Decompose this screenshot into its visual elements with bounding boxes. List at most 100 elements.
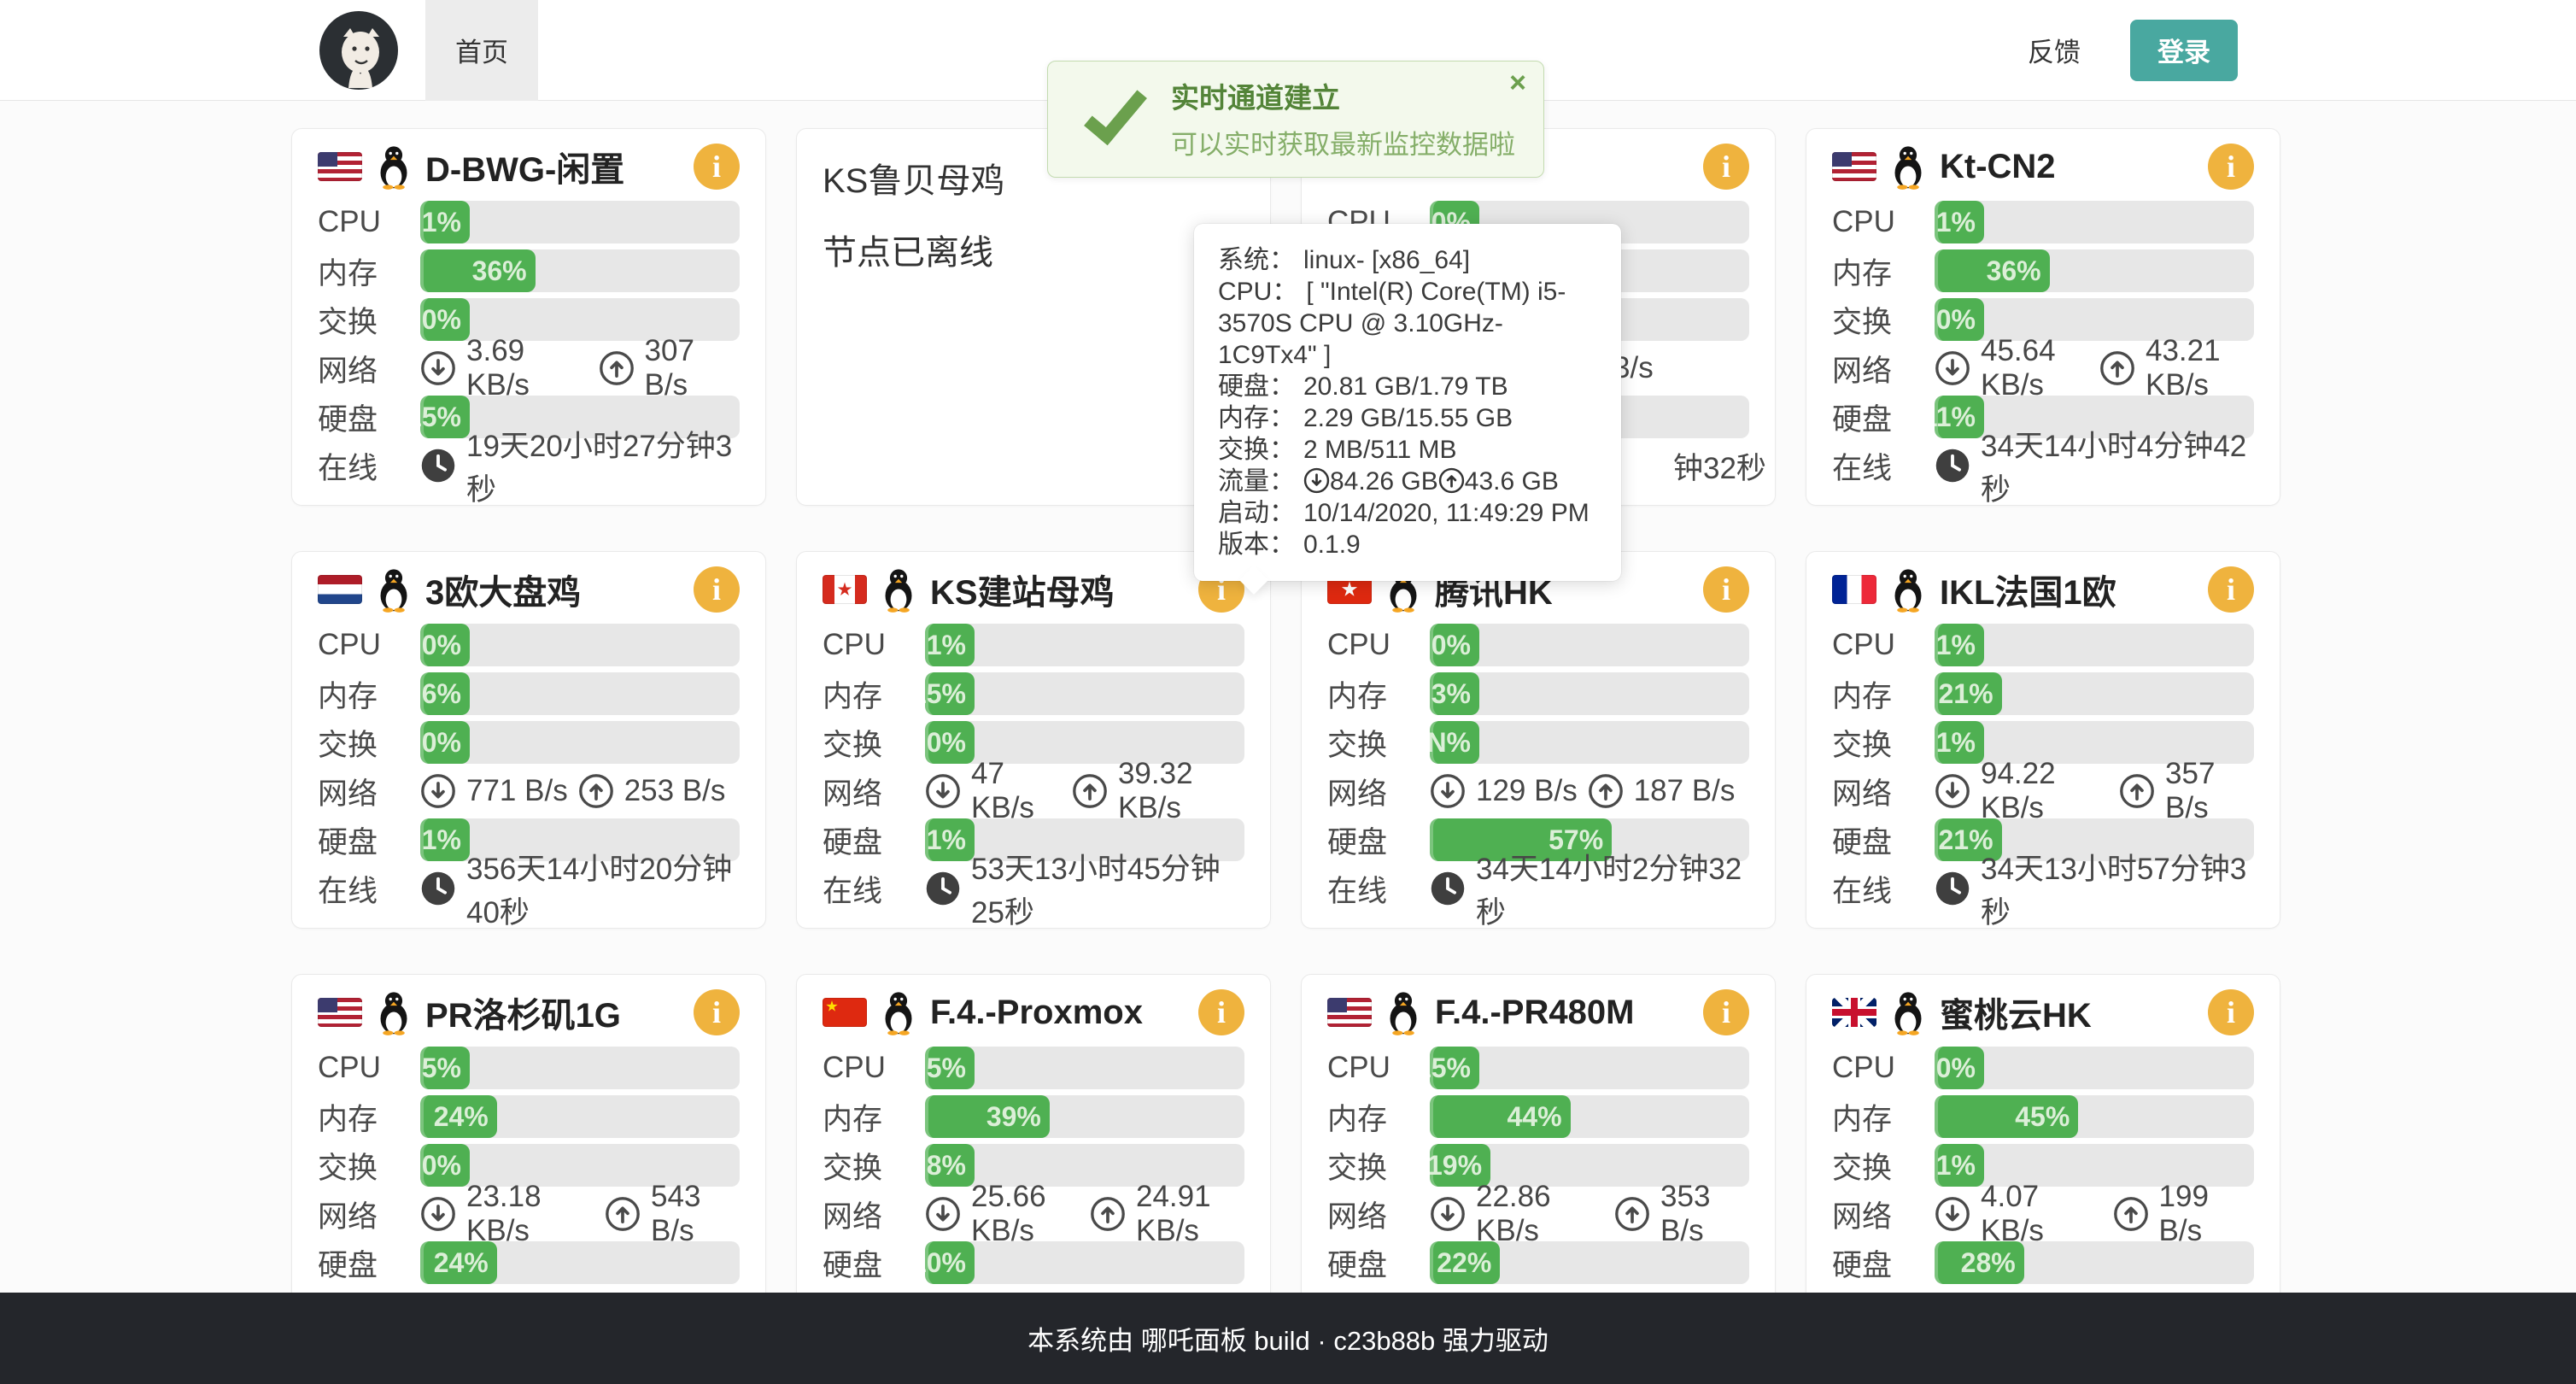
tooltip-row-system: 系统：linux- [x86_64] [1218,244,1597,276]
memory-row: 内存 36% [318,249,740,292]
swap-fill: N% [1430,721,1479,764]
network-down-value: 771 B/s [466,774,568,808]
swap-label: 交换 [318,721,420,765]
network-row: 网络 4.07 KB/s 199 B/s [1832,1193,2254,1235]
country-flag-icon [1832,152,1876,181]
download-arrow-icon [420,773,456,809]
memory-label: 内存 [318,1095,420,1139]
info-icon[interactable]: i [694,144,740,190]
network-down-value: 23.18 KB/s [466,1180,594,1248]
cpu-bar: 5% [420,1047,740,1089]
cpu-bar: 0% [1430,624,1749,666]
network-label: 网络 [318,770,420,813]
swap-label: 交换 [1327,1144,1430,1188]
clock-icon [420,448,456,484]
memory-label: 内存 [1327,1095,1430,1139]
card-title: KS建站母鸡 [930,565,1115,614]
network-up-value: 543 B/s [651,1180,740,1248]
offline-message: 节点已离线 [823,225,1244,274]
linux-os-icon [1888,144,1928,190]
cpu-fill: 1% [925,624,975,666]
memory-label: 内存 [318,672,420,716]
site-logo-avatar[interactable] [318,9,400,91]
info-icon[interactable]: i [1703,989,1749,1035]
footer-bar: 本系统由 哪吒面板 build · c23b88b 强力驱动 [0,1293,2576,1384]
cpu-bar: 1% [1935,201,2254,243]
network-label: 网络 [1832,347,1935,390]
country-flag-icon [318,575,362,604]
tooltip-row-boot: 启动：10/14/2020, 11:49:29 PM [1218,497,1597,529]
country-flag-icon [1832,575,1876,604]
cpu-row: CPU 1% [823,624,1244,666]
online-label: 在线 [823,867,925,911]
tooltip-row-version: 版本：0.1.9 [1218,529,1597,560]
online-wrap: 19天20小时27分钟3秒 [420,422,740,509]
clock-icon [1430,871,1466,906]
tab-home[interactable]: 首页 [425,0,538,101]
cpu-row: CPU 1% [1832,201,2254,243]
memory-row: 内存 24% [318,1095,740,1138]
server-card: 腾讯HK i CPU 0% 内存 3% 交换 N% 网络 [1301,551,1776,929]
info-icon[interactable]: i [1703,566,1749,613]
feedback-link[interactable]: 反馈 [2028,31,2081,69]
cpu-fill: 1% [1935,201,1984,243]
country-flag-icon [823,998,867,1027]
memory-fill: 3% [1430,672,1479,715]
swap-label: 交换 [318,298,420,342]
network-up-value: 353 B/s [1660,1180,1749,1248]
network-values: 23.18 KB/s 543 B/s [420,1180,740,1248]
info-icon[interactable]: i [1703,144,1749,190]
cpu-row: CPU 5% [823,1047,1244,1089]
close-icon[interactable]: × [1509,68,1526,97]
disk-label: 硬盘 [318,396,420,439]
online-label: 在线 [318,444,420,488]
upload-arrow-icon [2113,1196,2149,1232]
tab-home-label: 首页 [455,31,508,69]
memory-label: 内存 [1327,672,1430,716]
cpu-bar: 0% [420,624,740,666]
info-icon[interactable]: i [694,989,740,1035]
swap-label: 交换 [823,1144,925,1188]
online-label: 在线 [1832,867,1935,911]
online-row: 在线 53天13小时45分钟25秒 [823,867,1244,910]
server-card: 3欧大盘鸡 i CPU 0% 内存 6% 交换 0% 网络 [291,551,766,929]
server-card: Kt-CN2 i CPU 1% 内存 36% 交换 0% 网络 [1806,128,2280,506]
network-values: 94.22 KB/s 357 B/s [1935,757,2254,825]
info-icon[interactable]: i [2208,566,2254,613]
swap-label: 交换 [823,721,925,765]
info-icon[interactable]: i [694,566,740,613]
info-icon[interactable]: i [2208,144,2254,190]
info-icon[interactable]: i [1198,989,1244,1035]
network-down-value: 22.86 KB/s [1476,1180,1604,1248]
cpu-label: CPU [1327,1051,1430,1085]
card-title: D-BWG-闲置 [425,142,624,191]
memory-bar: 15% [925,672,1244,715]
download-arrow-icon [1935,1196,1970,1232]
card-title: F.4.-PR480M [1435,994,1634,1032]
cpu-fill: 0% [1430,624,1479,666]
swap-label: 交换 [1832,1144,1935,1188]
disk-label: 硬盘 [318,818,420,862]
cpu-bar: 1% [925,624,1244,666]
network-down-value: 47 KB/s [971,757,1062,825]
upload-arrow-icon [1090,1196,1126,1232]
network-down-value: 94.22 KB/s [1981,757,2109,825]
cpu-fill: 15% [1430,1047,1479,1089]
memory-bar: 3% [1430,672,1749,715]
online-value: 19天20小时27分钟3秒 [466,422,740,509]
login-button[interactable]: 登录 [2130,20,2238,81]
memory-label: 内存 [1832,1095,1935,1139]
memory-bar: 36% [420,249,740,292]
memory-bar: 6% [420,672,740,715]
card-header: 蜜桃云HK i [1832,990,2254,1035]
cpu-row: CPU 1% [318,201,740,243]
network-down-value: 4.07 KB/s [1981,1180,2103,1248]
network-values: 129 B/s 187 B/s [1430,773,1735,809]
network-label: 网络 [318,347,420,390]
cpu-label: CPU [318,205,420,239]
info-icon[interactable]: i [2208,989,2254,1035]
upload-arrow-icon [578,773,614,809]
card-header: PR洛杉矶1G i [318,990,740,1035]
linux-os-icon [1888,566,1928,613]
memory-bar: 24% [420,1095,740,1138]
